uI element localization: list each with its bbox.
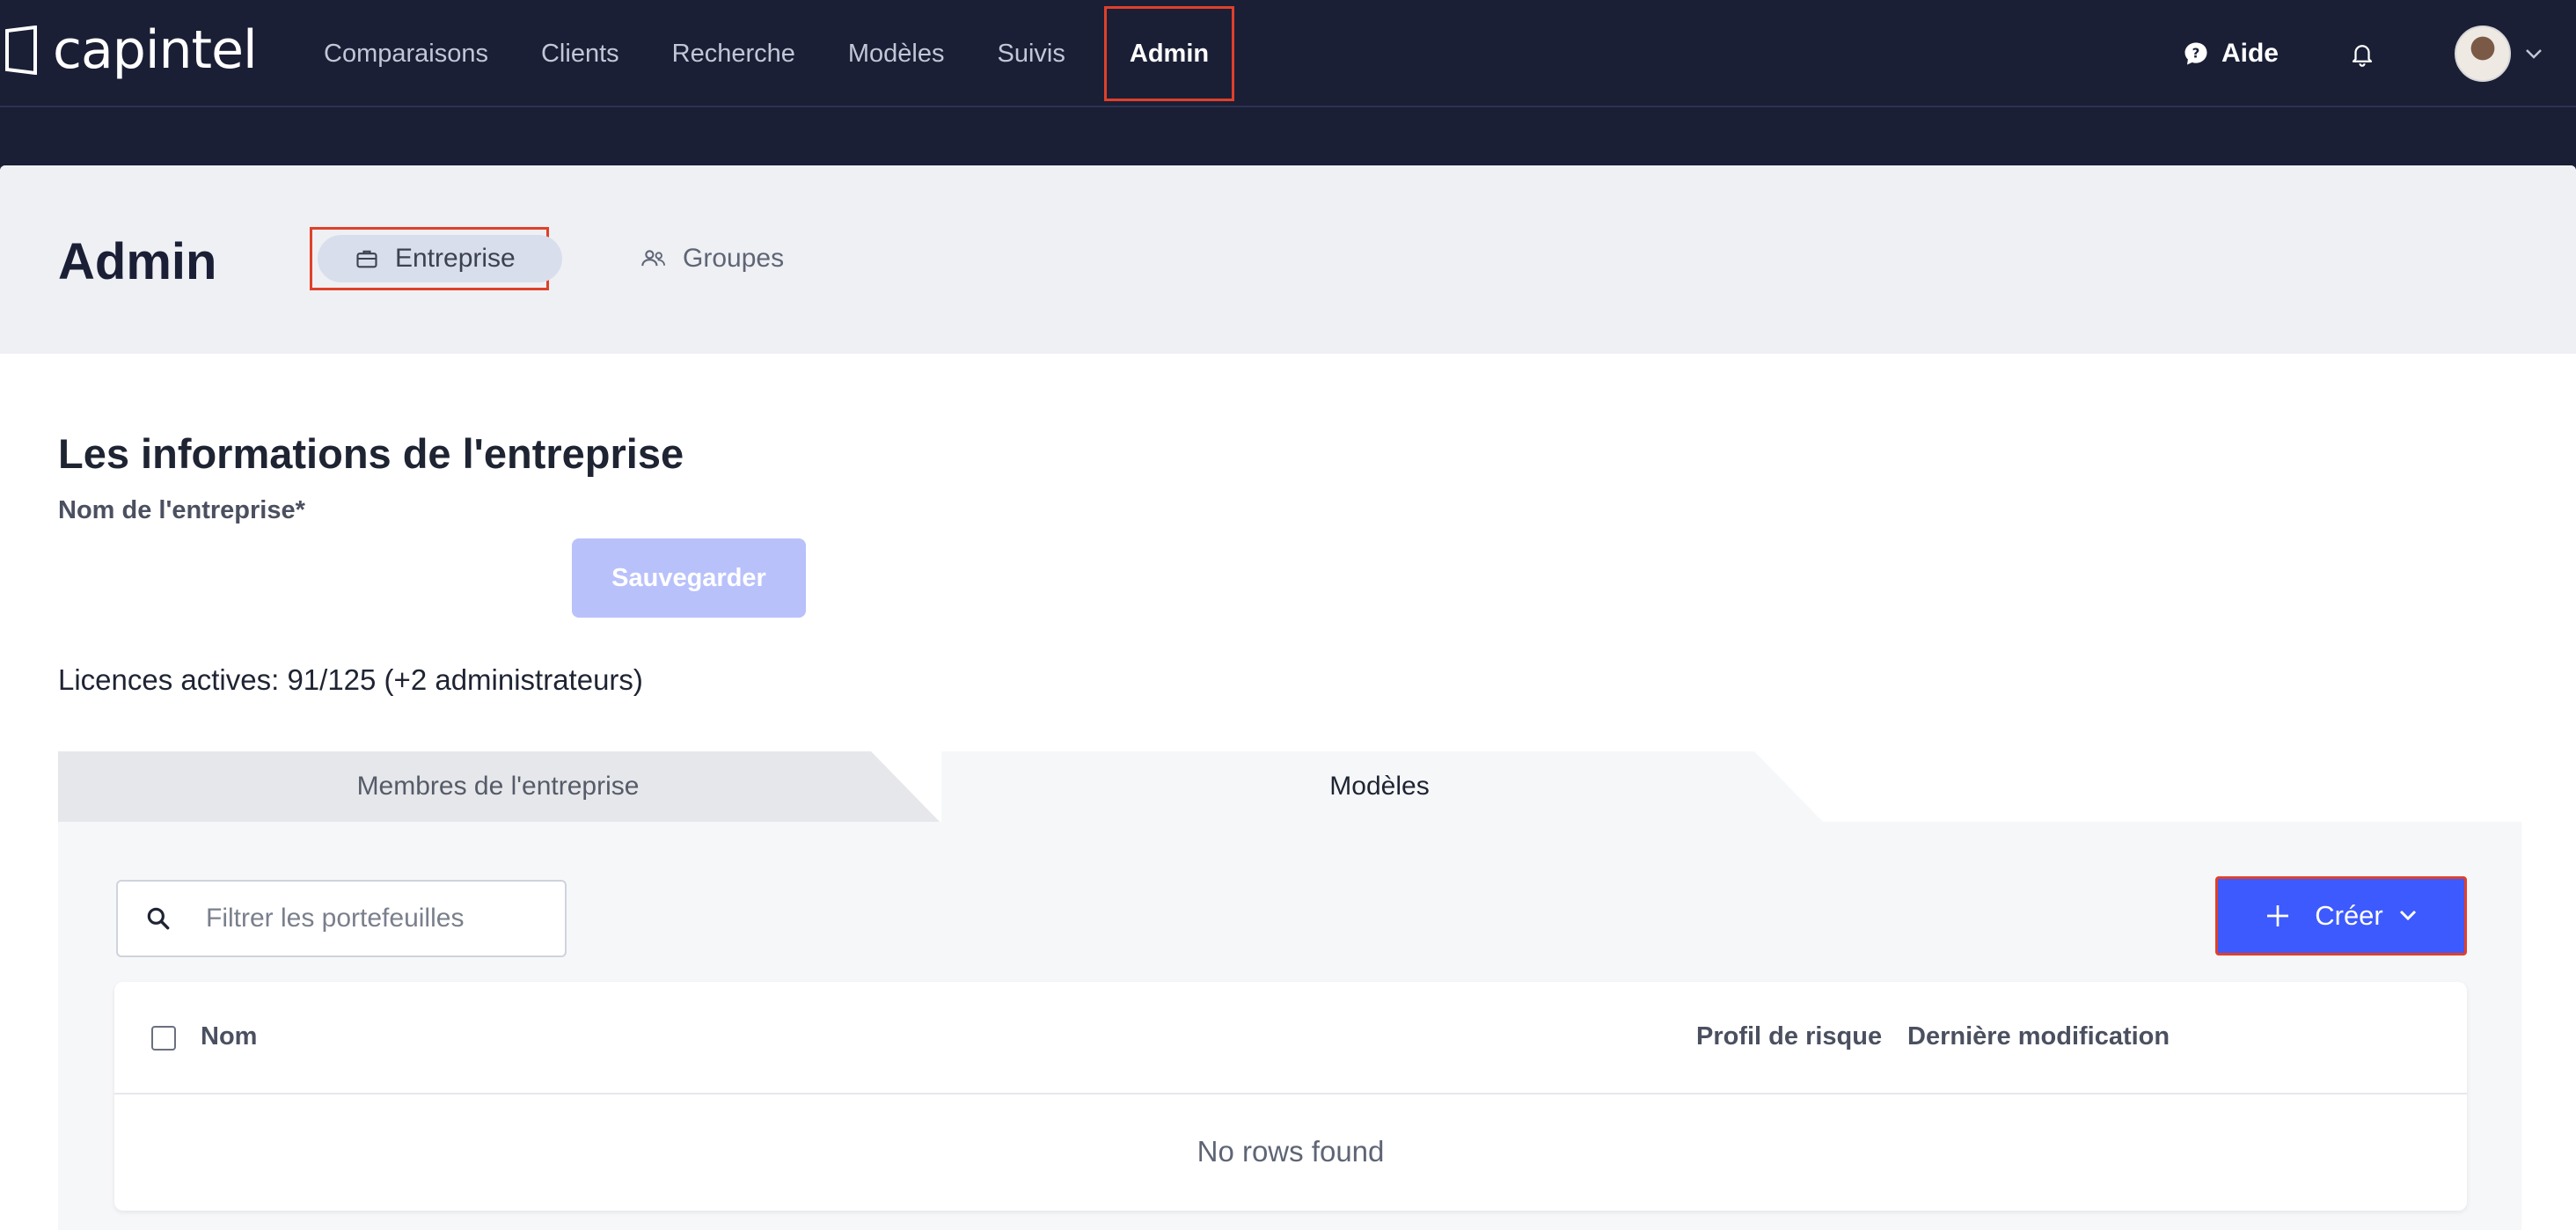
- avatar[interactable]: [2455, 26, 2511, 82]
- search-input[interactable]: [206, 904, 540, 933]
- tab-groupes[interactable]: Groupes: [640, 227, 784, 290]
- panel-tabs: Membres de l'entreprise Modèles: [58, 751, 2521, 824]
- svg-text:?: ?: [2192, 45, 2200, 61]
- tab-modeles[interactable]: Modèles: [941, 751, 1818, 822]
- top-right-actions: ? Aide: [2183, 0, 2576, 107]
- nav-item-clients[interactable]: Clients: [515, 6, 646, 101]
- column-header-profil-risque[interactable]: Profil de risque: [1696, 1022, 1882, 1051]
- company-name-label: Nom de l'entreprise*: [58, 496, 305, 524]
- create-button-label: Créer: [2315, 900, 2383, 931]
- logo-text: capintel: [53, 19, 258, 81]
- tab-groupes-label: Groupes: [683, 244, 785, 273]
- nav-item-recherche[interactable]: Recherche: [646, 6, 822, 101]
- table-header: Nom Profil de risque Dernière modificati…: [114, 982, 2467, 1095]
- help-label: Aide: [2221, 39, 2279, 68]
- chevron-down-icon: [2397, 909, 2419, 923]
- users-icon: [640, 248, 667, 269]
- nav-item-suivis[interactable]: Suivis: [971, 6, 1092, 101]
- column-header-derniere-modification[interactable]: Dernière modification: [1907, 1022, 2170, 1051]
- notifications-button[interactable]: [2349, 40, 2375, 68]
- help-button[interactable]: ? Aide: [2183, 39, 2279, 69]
- nav-item-comparaisons[interactable]: Comparaisons: [297, 6, 515, 101]
- chat-question-icon: ?: [2184, 42, 2207, 65]
- admin-page: Admin Entreprise Groupes Les information…: [0, 165, 2576, 1230]
- tab-membres[interactable]: Membres de l'entreprise: [58, 751, 938, 822]
- account-menu-toggle[interactable]: [2523, 47, 2544, 61]
- main-nav: Comparaisons Clients Recherche Modèles S…: [297, 0, 1235, 107]
- nav-item-admin[interactable]: Admin: [1103, 6, 1235, 101]
- logo[interactable]: capintel: [4, 19, 258, 81]
- tab-entreprise-label: Entreprise: [395, 244, 516, 273]
- save-button[interactable]: Sauvegarder: [572, 538, 806, 618]
- select-all-checkbox[interactable]: [151, 1026, 176, 1051]
- briefcase-icon: [355, 247, 379, 270]
- search-icon: [144, 904, 172, 933]
- column-header-nom[interactable]: Nom: [201, 1022, 257, 1051]
- plus-icon: [2264, 902, 2292, 930]
- company-info-heading: Les informations de l'entreprise: [58, 430, 684, 477]
- models-panel: Créer Nom Profil de risque Dernière modi…: [58, 822, 2521, 1230]
- active-licences-text: Licences actives: 91/125 (+2 administrat…: [58, 663, 643, 696]
- search-box: [116, 880, 567, 957]
- page-header: Admin Entreprise Groupes: [0, 165, 2576, 354]
- page-title: Admin: [58, 233, 217, 290]
- nav-item-modeles[interactable]: Modèles: [822, 6, 971, 101]
- top-navigation-bar: capintel Comparaisons Clients Recherche …: [0, 0, 2576, 107]
- logo-mark-icon: [5, 26, 37, 75]
- bell-icon: [2352, 45, 2373, 67]
- create-button[interactable]: Créer: [2215, 876, 2467, 955]
- tab-entreprise[interactable]: Entreprise: [310, 227, 562, 290]
- models-table: Nom Profil de risque Dernière modificati…: [114, 982, 2467, 1211]
- empty-state-text: No rows found: [1197, 1135, 1385, 1168]
- chevron-down-icon: [2526, 49, 2542, 59]
